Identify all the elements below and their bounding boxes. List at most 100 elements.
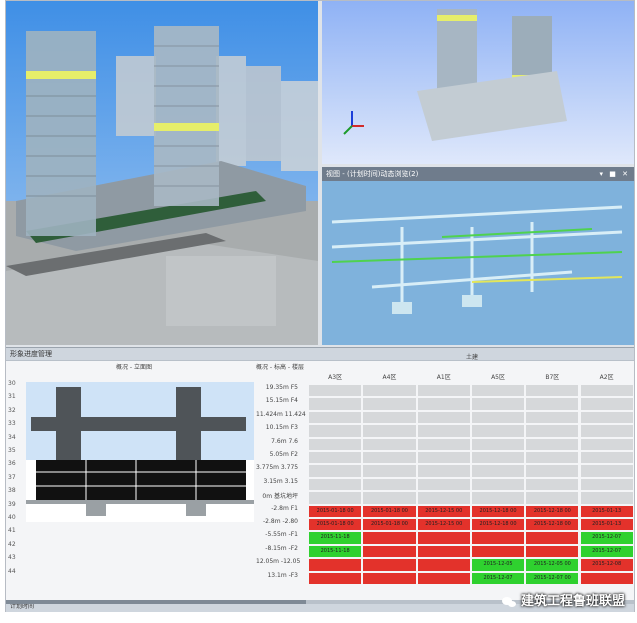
progress-cell[interactable] [362, 477, 417, 492]
progress-cell[interactable]: 2015-12-08 [579, 558, 634, 572]
progress-cell[interactable] [525, 437, 580, 451]
progress-cell[interactable]: 2015-12-05 00 [525, 558, 580, 572]
pipe-3d-viewport[interactable]: 视图 - (计划时间)动态浏览(2) ▾ ■ ✕ [322, 167, 634, 345]
progress-cell[interactable] [416, 437, 471, 451]
progress-cell[interactable] [362, 410, 417, 425]
progress-cell[interactable]: 2015-01-18 00 [362, 518, 417, 532]
progress-cell[interactable] [362, 544, 417, 559]
progress-cell[interactable] [579, 410, 634, 425]
progress-cell[interactable]: 2015-12-07 [579, 531, 634, 545]
viewport-window-controls[interactable]: ▾ ■ ✕ [600, 167, 630, 181]
progress-cell[interactable] [579, 397, 634, 411]
progress-cell[interactable] [470, 477, 526, 492]
progress-cell[interactable]: 2015-01-18 00 [308, 504, 363, 518]
progress-cell[interactable]: 2015-11-18 [308, 544, 363, 559]
scrollbar-thumb[interactable] [6, 600, 306, 604]
progress-cell[interactable] [525, 384, 580, 398]
progress-cell[interactable] [579, 384, 634, 398]
progress-cell[interactable]: 2015-12-18 00 [470, 518, 526, 532]
progress-cell[interactable] [362, 491, 417, 505]
progress-cell[interactable] [308, 558, 363, 572]
progress-cell[interactable] [416, 464, 471, 478]
progress-cell[interactable]: 2015-01-13 [579, 504, 634, 518]
progress-cell[interactable] [308, 464, 363, 478]
progress-cell[interactable] [579, 464, 634, 478]
progress-cell[interactable] [362, 464, 417, 478]
progress-cell[interactable]: 2015-12-18 00 [525, 518, 580, 532]
progress-cell[interactable] [362, 571, 417, 585]
progress-cell[interactable] [416, 544, 471, 559]
progress-cell[interactable] [308, 424, 363, 438]
progress-cell[interactable] [416, 451, 471, 465]
progress-cell[interactable] [579, 451, 634, 465]
progress-cell[interactable] [470, 437, 526, 451]
row-number: 44 [8, 567, 16, 575]
progress-cell[interactable] [308, 491, 363, 505]
progress-cell[interactable]: 2015-01-18 00 [308, 518, 363, 532]
progress-cell[interactable] [525, 544, 580, 559]
progress-cell[interactable] [525, 397, 580, 411]
progress-cell[interactable] [416, 558, 471, 572]
row-number: 37 [8, 473, 16, 481]
progress-cell[interactable] [470, 531, 526, 545]
progress-cell[interactable] [470, 544, 526, 559]
row-number: 33 [8, 420, 16, 428]
progress-cell[interactable] [579, 437, 634, 451]
progress-cell[interactable] [525, 410, 580, 425]
progress-cell[interactable] [416, 531, 471, 545]
progress-cell[interactable]: 2015-01-18 00 [362, 504, 417, 518]
progress-cell[interactable] [308, 477, 363, 492]
progress-cell[interactable] [362, 451, 417, 465]
progress-cell[interactable] [470, 464, 526, 478]
progress-cell[interactable] [470, 491, 526, 505]
progress-cell[interactable] [470, 410, 526, 425]
progress-cell[interactable] [308, 437, 363, 451]
progress-cell[interactable] [362, 424, 417, 438]
progress-cell[interactable] [416, 384, 471, 398]
progress-cell[interactable] [416, 424, 471, 438]
progress-cell[interactable] [525, 477, 580, 492]
progress-cell[interactable] [470, 384, 526, 398]
progress-cell[interactable] [308, 571, 363, 585]
progress-cell[interactable] [579, 477, 634, 492]
progress-cell[interactable] [362, 397, 417, 411]
progress-cell[interactable]: 2015-12-07 [470, 571, 526, 585]
progress-cell[interactable] [308, 397, 363, 411]
progress-cell[interactable] [362, 437, 417, 451]
progress-cell[interactable] [579, 571, 634, 585]
progress-cell[interactable] [362, 558, 417, 572]
progress-cell[interactable]: 2015-12-18 00 [470, 504, 526, 518]
progress-cell[interactable] [416, 477, 471, 492]
progress-cell[interactable] [416, 491, 471, 505]
progress-cell[interactable] [579, 424, 634, 438]
progress-cell[interactable]: 2015-12-18 00 [525, 504, 580, 518]
progress-cell[interactable] [579, 491, 634, 505]
progress-cell[interactable] [470, 451, 526, 465]
progress-cell[interactable] [470, 424, 526, 438]
progress-cell[interactable] [525, 424, 580, 438]
main-3d-viewport[interactable] [6, 1, 318, 345]
progress-cell[interactable] [416, 571, 471, 585]
row-number: 35 [8, 447, 16, 454]
progress-cell[interactable] [525, 531, 580, 545]
progress-cell[interactable] [525, 451, 580, 465]
progress-cell[interactable] [308, 451, 363, 465]
progress-cell[interactable] [362, 384, 417, 398]
overview-3d-viewport[interactable] [322, 1, 634, 164]
progress-cell[interactable] [362, 531, 417, 545]
progress-cell[interactable]: 2015-12-05 [470, 558, 526, 572]
progress-cell[interactable]: 2015-12-07 [579, 544, 634, 559]
progress-cell[interactable]: 2015-12-15 00 [416, 504, 471, 518]
progress-cell[interactable] [416, 397, 471, 411]
progress-cell[interactable]: 2015-01-13 [579, 518, 634, 532]
progress-cell[interactable]: 2015-12-07 00 [525, 571, 580, 585]
progress-cell[interactable] [416, 410, 471, 425]
progress-cell[interactable] [525, 491, 580, 505]
elevation-label: 10.15m F3 [265, 424, 298, 432]
progress-cell[interactable] [308, 410, 363, 425]
progress-cell[interactable] [470, 397, 526, 411]
progress-cell[interactable]: 2015-11-18 [308, 531, 363, 545]
progress-cell[interactable] [525, 464, 580, 478]
progress-cell[interactable] [308, 384, 363, 398]
progress-cell[interactable]: 2015-12-15 00 [416, 518, 471, 532]
